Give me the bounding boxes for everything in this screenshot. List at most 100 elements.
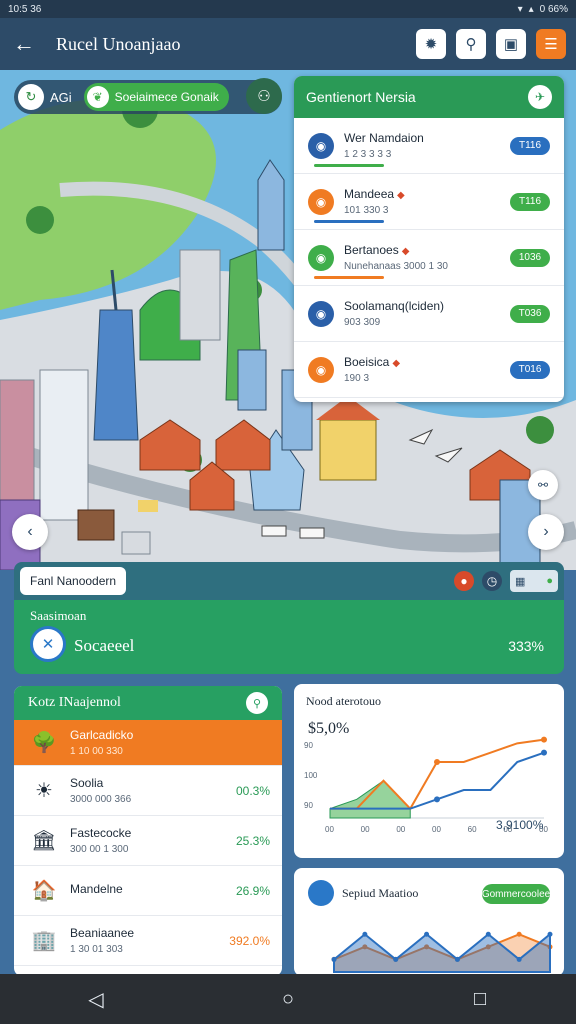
y-tick-label: 90: [304, 801, 313, 810]
panel-row-pill[interactable]: 1036: [510, 248, 550, 267]
diamond-icon: ◆: [392, 358, 401, 369]
wifi-icon: ▾: [517, 3, 523, 15]
panel-row[interactable]: ◉ Mandeea ◆ 101 330 3 T116: [294, 174, 564, 230]
status-bar: 10:5 36 ▾ ▴ 0 66%: [0, 0, 576, 18]
summary-card: Saasimoan ✕ Socaeeel 333%: [14, 600, 564, 674]
diamond-icon: ◆: [397, 190, 405, 201]
panel-row[interactable]: ◉ Soolamanq(lciden) 903 309 T036: [294, 286, 564, 342]
status-time: 10:5 36: [8, 3, 42, 15]
map-filter-chips: ↻ AGi ❦ Soeiaimece Gonaik: [14, 80, 282, 114]
chip-service[interactable]: ❦ Soeiaimece Gonaik: [83, 83, 229, 111]
list-item-value: 26.9%: [235, 883, 270, 898]
pin-red-icon[interactable]: ●: [454, 571, 474, 591]
page-title: Rucel Unoanjaao: [56, 33, 181, 54]
list-item-sub: 3000 000 366: [70, 794, 132, 805]
place-thumb-icon: 🏛: [31, 830, 57, 852]
x-tick-label: 00: [325, 825, 334, 834]
place-thumb-icon: 🏠: [31, 880, 57, 902]
list-item[interactable]: ☀ Soolia 3000 000 366 00.3%: [14, 766, 282, 816]
mini-data-point: [547, 931, 553, 937]
recent-nav-icon[interactable]: □: [460, 979, 500, 1019]
leaf-toggle-icon: ●: [546, 575, 553, 587]
panel-row-sub: Nunehanaas 3000 1 30: [344, 261, 448, 272]
chip-agi[interactable]: ↻ AGi: [18, 84, 78, 110]
route-map-icon[interactable]: ⚯: [528, 470, 558, 500]
data-point: [541, 749, 547, 756]
list-item-sub: 300 00 1 300: [70, 844, 129, 855]
next-arrow-icon[interactable]: ›: [528, 514, 564, 550]
list-item-sub: 1 30 01 303: [70, 944, 123, 955]
y-tick-label: 100: [304, 771, 318, 780]
route-icon[interactable]: ⚇: [246, 78, 282, 114]
location-tag: Fanl Nanoodern: [20, 567, 127, 595]
place-thumb-icon: 🌳: [31, 732, 57, 754]
chart-card: Nood aterotouo $5,0% 90 100 90 00 00 00 00 60 00…: [294, 684, 564, 858]
refresh-icon: ↻: [18, 84, 44, 110]
panel-row-pill[interactable]: T036: [510, 304, 550, 323]
panel-row-pill[interactable]: T016: [510, 360, 550, 379]
info-panel-title: Gentienort Nersia: [306, 89, 416, 105]
panel-row[interactable]: ◉ Wer Namdaion 1 2 3 3 3 3 T116: [294, 118, 564, 174]
list-item-value: 25.3%: [235, 833, 270, 848]
list-item-sub: 1 10 00 330: [70, 746, 123, 757]
panel-row-pill[interactable]: T116: [510, 192, 550, 211]
prev-arrow-icon[interactable]: ‹: [12, 514, 48, 550]
arrow-left-icon[interactable]: ←: [10, 30, 38, 58]
category-icon: ◉: [308, 188, 334, 215]
vehicle-icon[interactable]: ▣: [496, 29, 526, 59]
settings-icon[interactable]: ✹: [416, 29, 446, 59]
category-icon: ◉: [308, 356, 334, 383]
info-panel-header: Gentienort Nersia ✈: [294, 76, 564, 118]
mini-data-point: [516, 956, 522, 962]
view-toggle[interactable]: ▦ ●: [510, 570, 558, 592]
panel-row[interactable]: ◉ Boeisica ◆ 190 3 T016: [294, 342, 564, 398]
diamond-icon: ◆: [401, 246, 410, 257]
panel-row-sub: 101 330 3: [344, 205, 389, 216]
panel-row-name: Boeisica: [344, 355, 390, 369]
list-item-name: Fastecocke: [70, 826, 132, 840]
place-thumb-icon: ☀: [35, 780, 53, 802]
mini-data-point: [454, 956, 460, 962]
summary-label: Saasimoan: [30, 608, 87, 623]
data-point: [541, 736, 547, 743]
menu-icon[interactable]: ☰: [536, 29, 566, 59]
list-item[interactable]: 🌳 Garlcadicko 1 10 00 330: [14, 720, 282, 766]
summary-value: Socaeeel: [74, 636, 135, 655]
panel-row-sub: 190 3: [344, 373, 370, 384]
compass-icon: ✕: [30, 626, 66, 662]
list-item-name: Mandelne: [70, 881, 123, 896]
mini-data-point: [516, 931, 522, 937]
chip-agi-label: AGi: [50, 89, 72, 105]
pin-icon[interactable]: ✈: [528, 85, 552, 109]
home-nav-icon[interactable]: ○: [268, 979, 308, 1019]
chip-service-label: Soeiaimece Gonaik: [114, 90, 219, 104]
system-nav-bar: ◁ ○ □: [0, 974, 576, 1024]
back-nav-icon[interactable]: ◁: [76, 979, 116, 1019]
list-item-name: Soolia: [70, 776, 104, 790]
mini-data-point: [393, 956, 399, 962]
data-point: [434, 759, 440, 765]
mini-data-point: [485, 931, 491, 937]
bike-icon[interactable]: ⚲: [246, 692, 268, 714]
panel-row[interactable]: ◉ Bertanoes ◆ Nunehanaas 3000 1 30 1036: [294, 230, 564, 286]
list-item[interactable]: 🏛 Fastecocke 300 00 1 300 25.3%: [14, 816, 282, 866]
mini-data-point: [331, 956, 337, 962]
progress-bar: [314, 164, 384, 167]
x-tick-label: 00: [361, 825, 370, 834]
panel-row-sub: 903 309: [344, 317, 381, 328]
signal-icon: ▴: [528, 3, 534, 15]
search-icon[interactable]: ⚲: [456, 29, 486, 59]
x-tick-label: 00: [432, 825, 441, 834]
list-item-value: 392.0%: [229, 933, 270, 948]
category-icon: ◉: [308, 300, 334, 327]
category-icon: ◉: [308, 244, 334, 271]
battery-text: 0 66%: [539, 3, 568, 15]
place-thumb-icon: 🏢: [31, 930, 57, 952]
list-item[interactable]: 🏠 Mandelne 26.9%: [14, 866, 282, 916]
panel-row-pill[interactable]: T116: [510, 136, 550, 155]
leaf-icon: ❦: [86, 86, 109, 108]
list-item[interactable]: 🏢 Beaniaanee 1 30 01 303 392.0%: [14, 916, 282, 966]
clock-icon[interactable]: ◷: [482, 571, 502, 591]
chart-note: 3,9100%: [496, 818, 544, 832]
data-point: [434, 796, 440, 803]
